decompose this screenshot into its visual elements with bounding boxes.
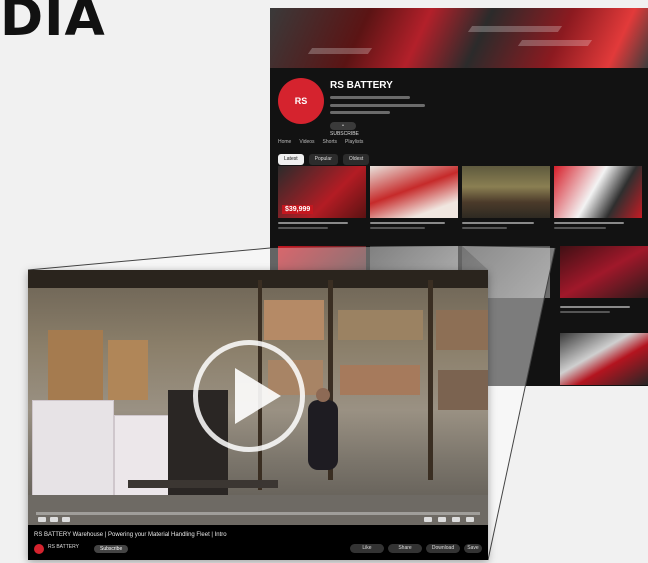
video-subscribe-button[interactable]: Subscribe — [94, 545, 129, 553]
tab-shorts[interactable]: Shorts — [323, 139, 337, 145]
chip-oldest[interactable]: Oldest — [342, 154, 370, 165]
chip-latest[interactable]: Latest — [278, 154, 304, 165]
video-thumbnail[interactable]: $39,999 — [278, 166, 366, 218]
tab-home[interactable]: Home — [278, 139, 291, 145]
page-headline: DIA — [0, 0, 106, 48]
channel-avatar-small[interactable] — [34, 544, 44, 554]
subscribe-button[interactable]: • SUBSCRIBE — [330, 122, 359, 137]
video-title: RS BATTERY Warehouse | Powering your Mat… — [34, 532, 227, 538]
video-thumbnail[interactable] — [462, 166, 550, 218]
save-button[interactable]: Save — [464, 544, 482, 553]
channel-meta-line — [330, 104, 425, 107]
channel-banner — [270, 8, 648, 68]
miniplayer-icon[interactable] — [452, 517, 460, 522]
video-thumbnail[interactable] — [560, 246, 648, 298]
channel-tabs: Home Videos Shorts Playlists — [278, 139, 363, 145]
filter-chips: Latest Popular Oldest — [278, 154, 370, 165]
channel-avatar[interactable]: RS — [278, 78, 324, 124]
share-button[interactable]: Share — [388, 544, 422, 553]
video-player[interactable]: RS BATTERY Warehouse | Powering your Mat… — [28, 270, 488, 560]
chip-popular[interactable]: Popular — [308, 154, 338, 165]
video-thumbnail[interactable] — [560, 333, 648, 385]
video-thumbnail[interactable] — [370, 166, 458, 218]
video-actions: Like Share Download Save — [350, 544, 482, 553]
video-frame[interactable] — [28, 270, 488, 525]
captions-icon[interactable] — [424, 517, 432, 522]
channel-meta-line — [330, 111, 390, 114]
channel-meta-line — [330, 96, 410, 99]
settings-icon[interactable] — [438, 517, 446, 522]
video-thumbnail[interactable] — [554, 166, 642, 218]
video-channel-name[interactable]: RS BATTERY — [48, 544, 79, 550]
volume-icon[interactable] — [62, 517, 70, 522]
thumbnail-price-label: $39,999 — [282, 205, 314, 214]
tab-playlists[interactable]: Playlists — [345, 139, 363, 145]
channel-name[interactable]: RS BATTERY — [330, 80, 393, 91]
progress-bar[interactable] — [36, 512, 480, 515]
tab-videos[interactable]: Videos — [299, 139, 314, 145]
next-icon[interactable] — [50, 517, 58, 522]
play-icon — [235, 368, 281, 424]
download-button[interactable]: Download — [426, 544, 460, 553]
fullscreen-icon[interactable] — [466, 517, 474, 522]
like-button[interactable]: Like — [350, 544, 384, 553]
play-control-icon[interactable] — [38, 517, 46, 522]
